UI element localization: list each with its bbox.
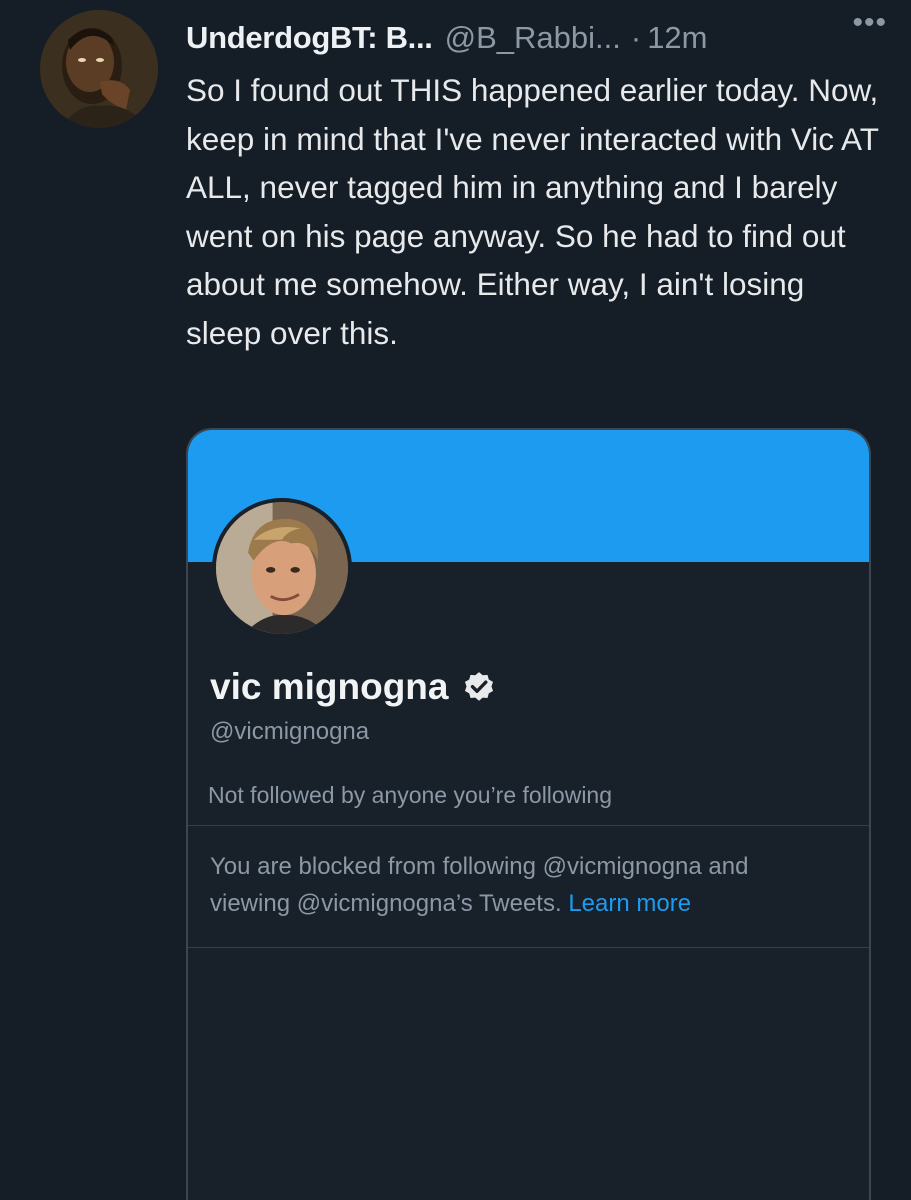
profile-name: vic mignogna	[210, 666, 496, 708]
more-horizontal-icon[interactable]: •••	[852, 6, 887, 40]
author-display-name[interactable]: UnderdogBT: B...	[186, 20, 433, 56]
learn-more-link[interactable]: Learn more	[568, 890, 691, 917]
tweet-header: UnderdogBT: B... @B_Rabbi... · 12m	[186, 16, 891, 60]
profile-avatar-image	[216, 502, 348, 634]
followed-by-text: Not followed by anyone you’re following	[208, 782, 613, 808]
author-avatar-image	[40, 10, 158, 128]
tweet-timestamp[interactable]: 12m	[647, 20, 707, 56]
header-separator: ·	[630, 20, 642, 55]
divider	[188, 947, 869, 948]
attached-screenshot[interactable]: vic mignogna @vicmignogna Not followed b…	[186, 428, 871, 1200]
author-avatar[interactable]	[40, 10, 158, 128]
profile-avatar	[212, 498, 352, 638]
tweet-text: So I found out THIS happened earlier tod…	[186, 72, 879, 351]
blocked-notice: You are blocked from following @vicmigno…	[210, 848, 830, 922]
tweet[interactable]: UnderdogBT: B... @B_Rabbi... · 12m ••• S…	[0, 0, 911, 1200]
author-handle[interactable]: @B_Rabbi...	[445, 20, 621, 56]
verified-badge-icon	[465, 672, 494, 701]
profile-handle: @vicmignogna	[210, 718, 370, 745]
divider	[188, 825, 869, 826]
profile-name-text: vic mignogna	[210, 666, 449, 707]
